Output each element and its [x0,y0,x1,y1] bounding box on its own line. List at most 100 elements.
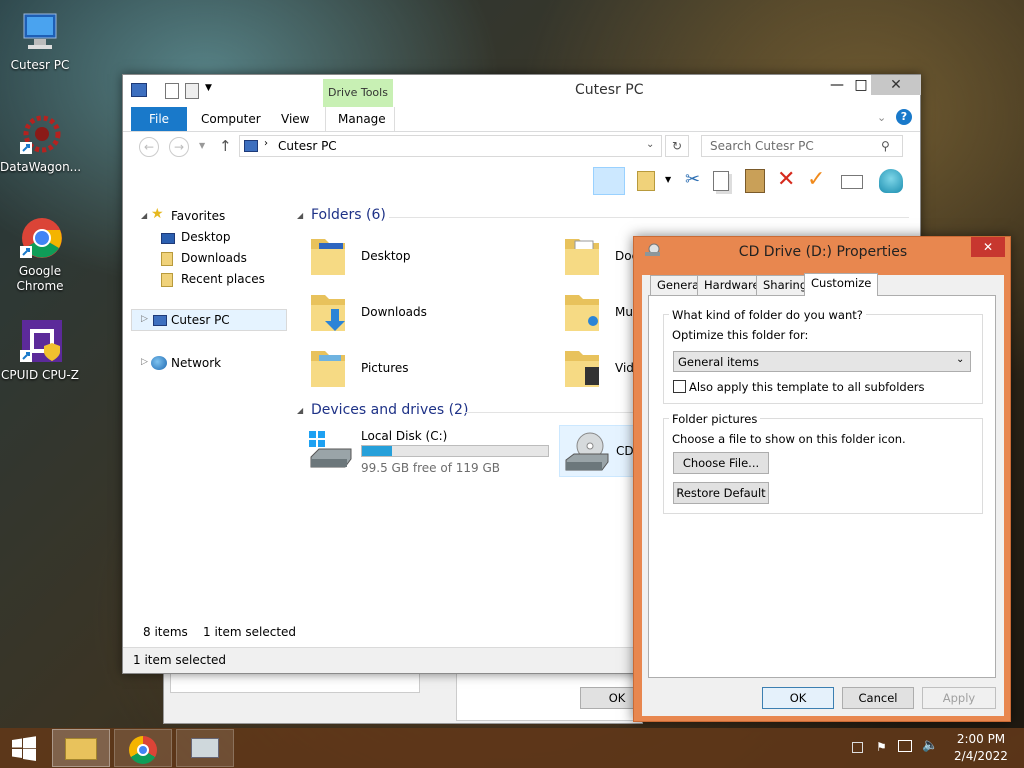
folders-group-divider [389,217,909,218]
folder-tile-desktop[interactable]: Desktop [309,231,549,283]
refresh-button[interactable]: ↻ [665,135,689,157]
chevron-down-icon[interactable]: ▼ [665,175,671,184]
volume-muted-icon[interactable]: 🔈 [922,738,938,753]
notification-square-icon[interactable] [852,742,863,753]
devices-group-header[interactable]: Devices and drives (2) [311,402,468,418]
nav-item-downloads[interactable]: Downloads [181,251,247,265]
drive-tile-local-disk-c[interactable]: Local Disk (C:) 99.5 GB free of 119 GB [307,425,553,477]
close-button[interactable]: ✕ [871,75,921,95]
folder-desktop-icon [309,233,345,275]
expand-arrow-icon[interactable]: ▷ [141,357,148,367]
nav-item-recent-places[interactable]: Recent places [181,272,265,286]
ok-button[interactable]: OK [762,687,834,709]
delete-icon[interactable]: ✕ [777,167,795,192]
folder-pictures-group-title: Folder pictures [669,412,761,426]
address-text: Cutesr PC [278,139,337,153]
start-button[interactable] [0,728,48,768]
nav-cutesr-pc[interactable]: Cutesr PC [171,313,230,327]
drive-name: Local Disk (C:) [361,429,448,443]
copy-icon[interactable] [713,171,729,191]
collapse-arrow-icon[interactable]: ◢ [297,406,303,415]
folder-label: Pictures [361,361,409,375]
clock-date[interactable]: 2/4/2022 [944,749,1018,763]
expand-arrow-icon[interactable]: ◢ [141,211,147,220]
folder-label: Mu [615,305,633,319]
help-icon[interactable]: ? [896,109,912,125]
back-button[interactable]: ← [139,137,159,157]
dialog-body: General Hardware Sharing Customize What … [642,273,1004,716]
folders-group-header[interactable]: Folders (6) [311,207,386,223]
action-center-icon[interactable]: ⚑ [876,740,887,754]
nav-item-desktop[interactable]: Desktop [181,230,231,244]
new-folder-icon[interactable] [185,83,199,99]
desktop-icon-cpuz[interactable]: CPUID CPU-Z [0,320,80,382]
computer-small-icon[interactable] [131,83,147,97]
drive-usage-fill [362,446,392,456]
desktop-icon-label: Google Chrome [16,264,64,293]
layout-icon[interactable] [637,171,655,191]
chevron-down-icon[interactable]: ▼ [205,83,212,93]
nav-network[interactable]: Network [171,356,221,370]
minimize-button[interactable]: — [823,75,851,95]
folder-tile-downloads[interactable]: Downloads [309,287,549,339]
rename-icon[interactable] [841,175,863,189]
folder-tile-music[interactable]: Mu [563,287,635,339]
apply-subfolders-checkbox[interactable] [673,380,686,393]
selection-count-text: 1 item selected [203,625,297,639]
cancel-button[interactable]: Cancel [842,687,914,709]
forward-button[interactable]: → [169,137,189,157]
folder-tile-videos[interactable]: Vide [563,343,641,395]
cd-drive-icon [562,430,612,474]
up-button[interactable]: ↑ [219,137,232,155]
network-status-icon[interactable] [898,740,912,752]
maximize-button[interactable]: □ [851,75,871,95]
taskbar-properties[interactable] [176,729,234,767]
computer-icon [18,10,62,54]
tab-manage[interactable]: Manage [325,107,395,131]
cd-drive-properties-dialog: CD Drive (D:) Properties ✕ General Hardw… [633,236,1011,722]
collapse-arrow-icon[interactable]: ◢ [297,211,303,220]
preview-pane-icon[interactable] [593,167,625,195]
desktop-icon-cutesr-pc[interactable]: Cutesr PC [0,10,80,72]
cut-icon[interactable]: ✂ [685,169,700,190]
tab-customize[interactable]: Customize [804,273,879,296]
apply-subfolders-label[interactable]: Also apply this template to all subfolde… [689,380,925,394]
tab-computer[interactable]: Computer [189,107,273,131]
shell-icon[interactable] [879,169,903,193]
clock-time[interactable]: 2:00 PM [944,732,1018,746]
optimize-select[interactable]: General items ⌄ [673,351,971,372]
folder-music-icon [563,289,599,331]
file-explorer-icon [65,738,97,760]
search-icon[interactable]: ⚲ [881,139,890,153]
recent-locations-icon[interactable]: ▼ [199,141,205,150]
taskbar-file-explorer[interactable] [52,729,110,767]
nav-favorites[interactable]: Favorites [171,209,225,223]
choose-file-button[interactable]: Choose File... [673,452,769,474]
folder-tile-pictures[interactable]: Pictures [309,343,549,395]
datawagon-icon [18,112,62,156]
tab-view[interactable]: View [269,107,321,131]
drive-tile-cd[interactable]: CD [559,425,639,477]
restore-default-button[interactable]: Restore Default [673,482,769,504]
chevron-right-icon: › [264,138,268,149]
dialog-close-button[interactable]: ✕ [971,237,1005,257]
properties-icon[interactable] [165,83,179,99]
expand-arrow-icon[interactable]: ▷ [141,314,148,324]
address-dropdown-icon[interactable]: ⌄ [646,139,654,150]
ribbon-tabs: File Computer View Manage ⌄ ? [131,107,920,131]
tab-file[interactable]: File [131,107,187,131]
desktop-icon-datawagon[interactable]: DataWagon... [0,112,82,174]
drive-name: CD [616,444,634,458]
apply-button[interactable]: Apply [922,687,996,709]
chrome-icon [129,736,157,764]
checkmark-icon[interactable]: ✓ [807,167,825,192]
folder-tile-documents[interactable]: Doc [563,231,638,283]
folder-label: Downloads [361,305,427,319]
desktop-icon-google-chrome[interactable]: Google Chrome [0,216,80,294]
desktop-icon-label: DataWagon... [0,160,82,174]
paste-icon[interactable] [745,169,765,193]
taskbar-chrome[interactable] [114,729,172,767]
address-bar[interactable]: › Cutesr PC ⌄ [239,135,662,157]
search-input[interactable]: Search Cutesr PC [701,135,903,157]
ribbon-expand-icon[interactable]: ⌄ [877,111,886,124]
